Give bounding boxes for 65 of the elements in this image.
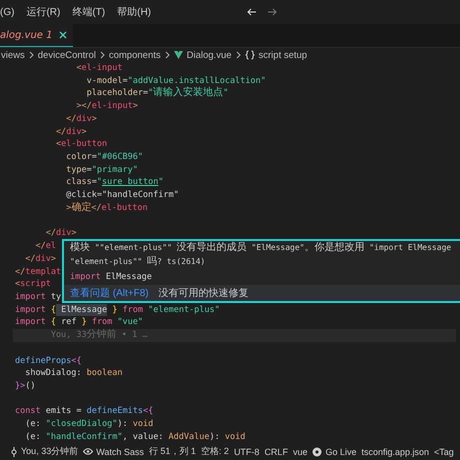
chevron-right-icon: [236, 51, 241, 59]
chevron-right-icon: [100, 51, 105, 59]
status-item[interactable]: Watch Sass: [96, 446, 144, 456]
git-commit-icon: [10, 446, 18, 456]
chevron-right-icon: [28, 51, 34, 59]
code-line: </el: [34, 240, 56, 253]
chevron-right-icon: [164, 51, 170, 59]
error-message: 模块 ""element-plus"" 没有导出的成员 "ElMessage"。你是想改用 "import ElMessage: [69, 241, 452, 255]
view-problem-link[interactable]: 查看问题 (Alt+F8): [70, 286, 149, 300]
code-line: v-model="addValue.installLocaltion": [86, 74, 266, 86]
code-line: </div>: [24, 252, 56, 266]
vue-icon: [174, 51, 183, 59]
status-item[interactable]: Go Live: [325, 446, 356, 456]
status-item[interactable]: UTF-8: [234, 446, 260, 456]
broadcast-icon: [312, 446, 322, 456]
code-line: <el-button: [54, 138, 108, 152]
back-arrow-icon[interactable]: [247, 8, 258, 16]
code-line: (e: "closedDialog"): void: [24, 418, 154, 431]
status-item[interactable]: <Tag: [434, 446, 454, 456]
editor-tab[interactable]: alog.vue 1: [0, 24, 73, 47]
code-snippet: import ElMessage: [69, 271, 153, 284]
breadcrumb-item[interactable]: views: [1, 50, 25, 60]
code-line: </div>: [65, 112, 97, 126]
breadcrumb-item[interactable]: script setup: [258, 50, 308, 60]
eye-icon: [83, 448, 94, 455]
status-item[interactable]: 行 51，列 1: [148, 445, 196, 458]
no-quick-fix-text: 没有可用的快速修复: [158, 286, 249, 300]
code-line: class="sure_button": [65, 176, 164, 190]
status-item[interactable]: CRLF: [264, 446, 288, 456]
error-message: "element-plus"" 吗? ts(2614): [69, 255, 206, 269]
menu-item[interactable]: 终端(T): [72, 5, 106, 19]
menu-item[interactable]: 运行(R): [26, 5, 60, 19]
status-item[interactable]: You, 33分钟前: [21, 445, 78, 458]
code-line: const emits = defineEmits<{: [15, 405, 154, 418]
code-line: type="primary": [65, 164, 138, 176]
braces-icon: [244, 50, 255, 60]
code-line: ></el-input>: [75, 100, 138, 113]
code-line: }>(): [15, 380, 36, 393]
breadcrumb-item[interactable]: Dialog.vue: [186, 50, 232, 60]
code-line: import { ElMessage } from "element-plus": [15, 304, 220, 316]
status-item[interactable]: vue: [292, 446, 308, 456]
code-line: defineProps<{: [15, 354, 82, 368]
close-icon[interactable]: [58, 31, 67, 39]
code-line: </templat: [15, 266, 62, 278]
breadcrumb-item[interactable]: deviceControl: [38, 50, 96, 60]
code-line: (e: "handleConfirm", value: AddValue): void: [24, 430, 246, 444]
status-item[interactable]: tsconfig.app.json: [362, 446, 430, 456]
blame-annotation: You, 33分钟前 • 1 …: [13, 329, 456, 342]
status-item[interactable]: 空格: 2: [200, 445, 229, 458]
forward-arrow-icon[interactable]: [267, 8, 278, 16]
code-line: <script: [15, 278, 51, 291]
code-line: >确定</el-button: [65, 202, 148, 215]
code-line: showDialog: boolean: [24, 367, 122, 380]
breadcrumb-item[interactable]: components: [108, 50, 161, 60]
code-line: <el-input: [75, 62, 122, 75]
menu-item[interactable]: (G): [0, 6, 14, 18]
code-line: color="#06CB96": [65, 151, 143, 164]
tab-title: alog.vue 1: [0, 30, 53, 40]
code-line: </div>: [54, 126, 87, 138]
code-line: import ty: [15, 290, 62, 304]
code-line: placeholder="请输入安装地点": [86, 87, 228, 100]
code-line: </div>: [44, 227, 76, 240]
code-line: @click="handleConfirm": [65, 189, 179, 202]
code-line: import { ref } from "vue": [15, 316, 144, 328]
menu-item[interactable]: 帮助(H): [117, 5, 152, 19]
